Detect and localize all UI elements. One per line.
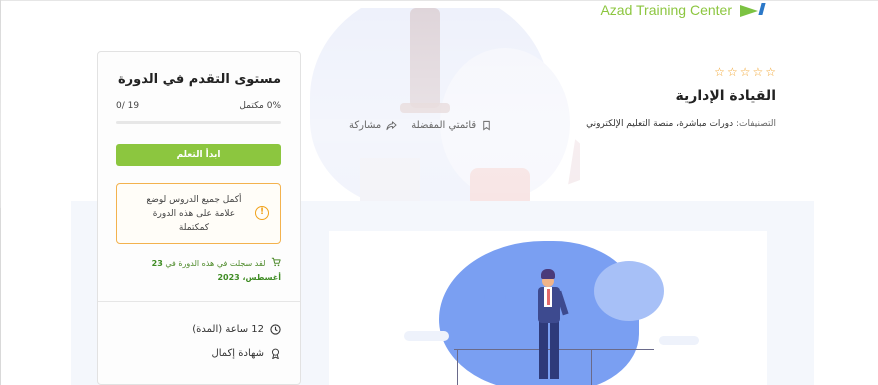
course-duration: 12 ساعة (المدة): [192, 324, 281, 335]
completion-notice-text: أكمل جميع الدروس لوضع علامة على هذه الدو…: [146, 195, 242, 233]
clock-icon: [270, 324, 281, 335]
badge-icon: [272, 348, 279, 359]
categories-label: التصنيفات:: [736, 119, 776, 129]
course-categories: التصنيفات: دورات مباشرة، منصة التعليم ال…: [586, 119, 776, 129]
illustration-cloud: [659, 336, 699, 345]
course-progress-card: مستوى التقدم في الدورة 0% مكتمل 0/ 19 اب…: [97, 51, 301, 385]
brand-name: Azad Training Center: [600, 2, 732, 18]
progress-summary: 0% مكتمل 0/ 19: [116, 101, 281, 111]
start-learning-button[interactable]: ابدأ التعلم: [116, 144, 281, 166]
course-media-illustration: [329, 231, 767, 385]
brand-logo-link[interactable]: Azad Training Center: [600, 2, 770, 18]
star-outline-icon: ☆: [714, 65, 725, 79]
enrollment-text: لقد سجلت في هذه الدورة في: [165, 259, 266, 268]
course-certificate-text: شهادة إكمال: [211, 348, 264, 359]
card-divider: [98, 301, 300, 302]
star-outline-icon: ☆: [726, 65, 738, 79]
progress-percent: 0% مكتمل: [239, 101, 281, 111]
star-outline-icon: ☆: [752, 65, 764, 79]
top-border: [0, 0, 878, 1]
categories-value[interactable]: دورات مباشرة، منصة التعليم الإلكتروني: [586, 119, 733, 129]
illustration-cloud: [404, 331, 449, 341]
completion-notice: ! أكمل جميع الدروس لوضع علامة على هذه ال…: [116, 183, 281, 244]
progress-card-title: مستوى التقدم في الدورة: [117, 72, 281, 87]
course-title: القيادة الإدارية: [675, 88, 776, 104]
share-label: مشاركة: [349, 120, 382, 131]
wishlist-button[interactable]: قائمتي المفضلة: [411, 120, 492, 131]
share-button[interactable]: مشاركة: [349, 120, 397, 131]
progress-bar: [116, 121, 281, 124]
course-actions: قائمتي المفضلة مشاركة: [349, 120, 492, 131]
wishlist-label: قائمتي المفضلة: [411, 120, 477, 131]
enrollment-info: لقد سجلت في هذه الدورة في 23 أغسطس، 2023: [116, 257, 281, 285]
exclamation-circle-icon: !: [255, 206, 269, 220]
illustration-circle: [484, 286, 506, 308]
star-outline-icon: ☆: [739, 65, 751, 79]
lessons-count: 0/ 19: [116, 101, 140, 111]
course-certificate: شهادة إكمال: [211, 348, 281, 359]
course-rating: ☆ ☆ ☆ ☆ ☆: [714, 66, 776, 78]
course-duration-text: 12 ساعة (المدة): [192, 324, 264, 335]
bookmark-icon: [483, 120, 490, 131]
share-icon: [386, 121, 397, 131]
brand-logo-icon: [740, 3, 770, 17]
illustration-businessman: [529, 269, 569, 385]
illustration-post: [457, 349, 458, 385]
star-outline-icon: ☆: [765, 65, 776, 79]
illustration-post: [591, 349, 592, 385]
illustration-blob-secondary: [594, 261, 664, 321]
cart-icon: [271, 257, 281, 267]
